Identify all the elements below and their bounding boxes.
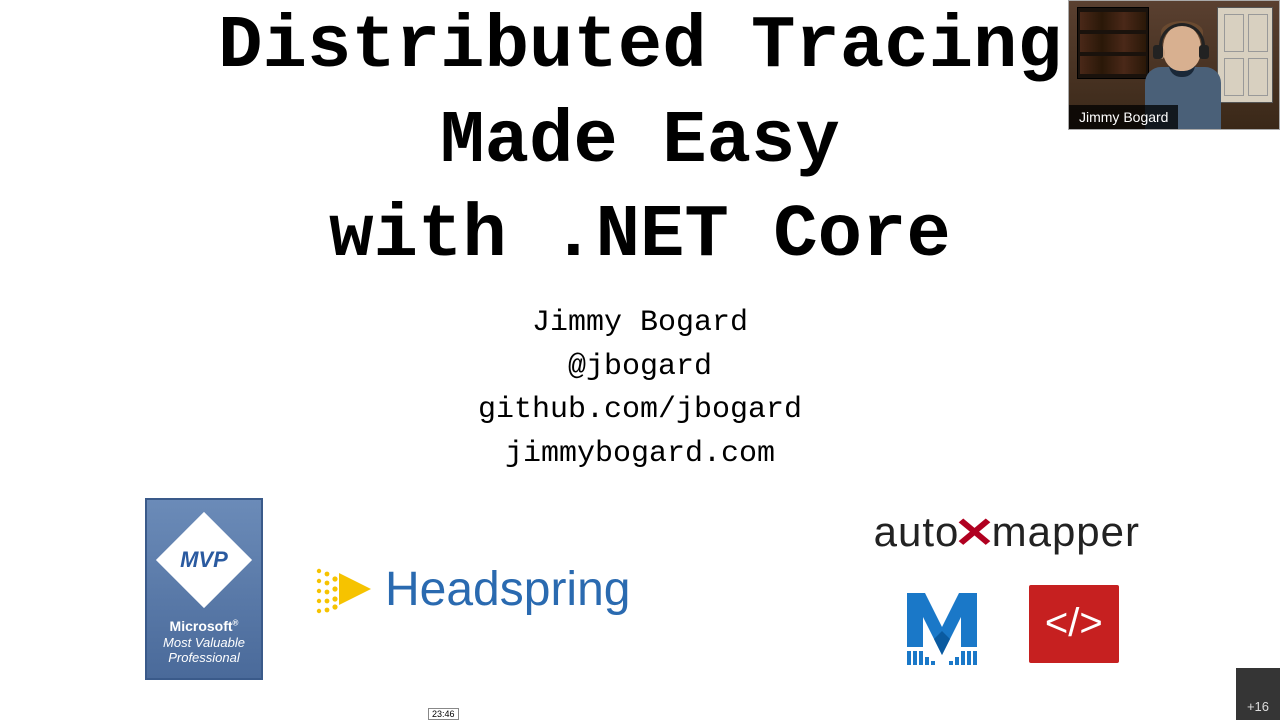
author-website: jimmybogard.com bbox=[0, 433, 1280, 477]
headspring-name: Headspring bbox=[385, 562, 630, 617]
mediatr-logo bbox=[895, 577, 989, 671]
sub-logos: </> bbox=[895, 577, 1119, 671]
author-github: github.com/jbogard bbox=[0, 389, 1280, 433]
right-logo-column: auto ✕ mapper bbox=[874, 508, 1140, 671]
code-symbol: </> bbox=[1045, 601, 1103, 646]
participant-count[interactable]: +16 bbox=[1236, 668, 1280, 720]
mvp-abbr: MVP bbox=[170, 526, 238, 594]
webcam-label: Jimmy Bogard bbox=[1069, 105, 1178, 129]
mvp-diamond-icon: MVP bbox=[156, 512, 252, 608]
headspring-burst-icon bbox=[313, 561, 373, 617]
participant-count-value: +16 bbox=[1247, 699, 1269, 714]
timestamp-overlay: 23:46 bbox=[428, 708, 459, 720]
mvp-line1: Microsoft bbox=[170, 618, 233, 634]
mvp-line3: Professional bbox=[163, 650, 245, 666]
logo-row: MVP Microsoft® Most Valuable Professiona… bbox=[0, 498, 1280, 680]
mvp-line2: Most Valuable bbox=[163, 635, 245, 651]
author-twitter: @jbogard bbox=[0, 346, 1280, 390]
webcam-panel[interactable]: Jimmy Bogard bbox=[1068, 0, 1280, 130]
code-logo: </> bbox=[1029, 585, 1119, 663]
title-line-3: with .NET Core bbox=[0, 189, 1280, 284]
headspring-logo: Headspring bbox=[313, 561, 630, 617]
automapper-right: mapper bbox=[992, 508, 1140, 556]
automapper-left: auto bbox=[874, 508, 960, 556]
author-name: Jimmy Bogard bbox=[0, 302, 1280, 346]
author-info: Jimmy Bogard @jbogard github.com/jbogard… bbox=[0, 302, 1280, 476]
microsoft-mvp-logo: MVP Microsoft® Most Valuable Professiona… bbox=[145, 498, 263, 680]
automapper-x-icon: ✕ bbox=[954, 508, 997, 557]
automapper-logo: auto ✕ mapper bbox=[874, 508, 1140, 557]
mvp-text: Microsoft® Most Valuable Professional bbox=[163, 618, 245, 666]
